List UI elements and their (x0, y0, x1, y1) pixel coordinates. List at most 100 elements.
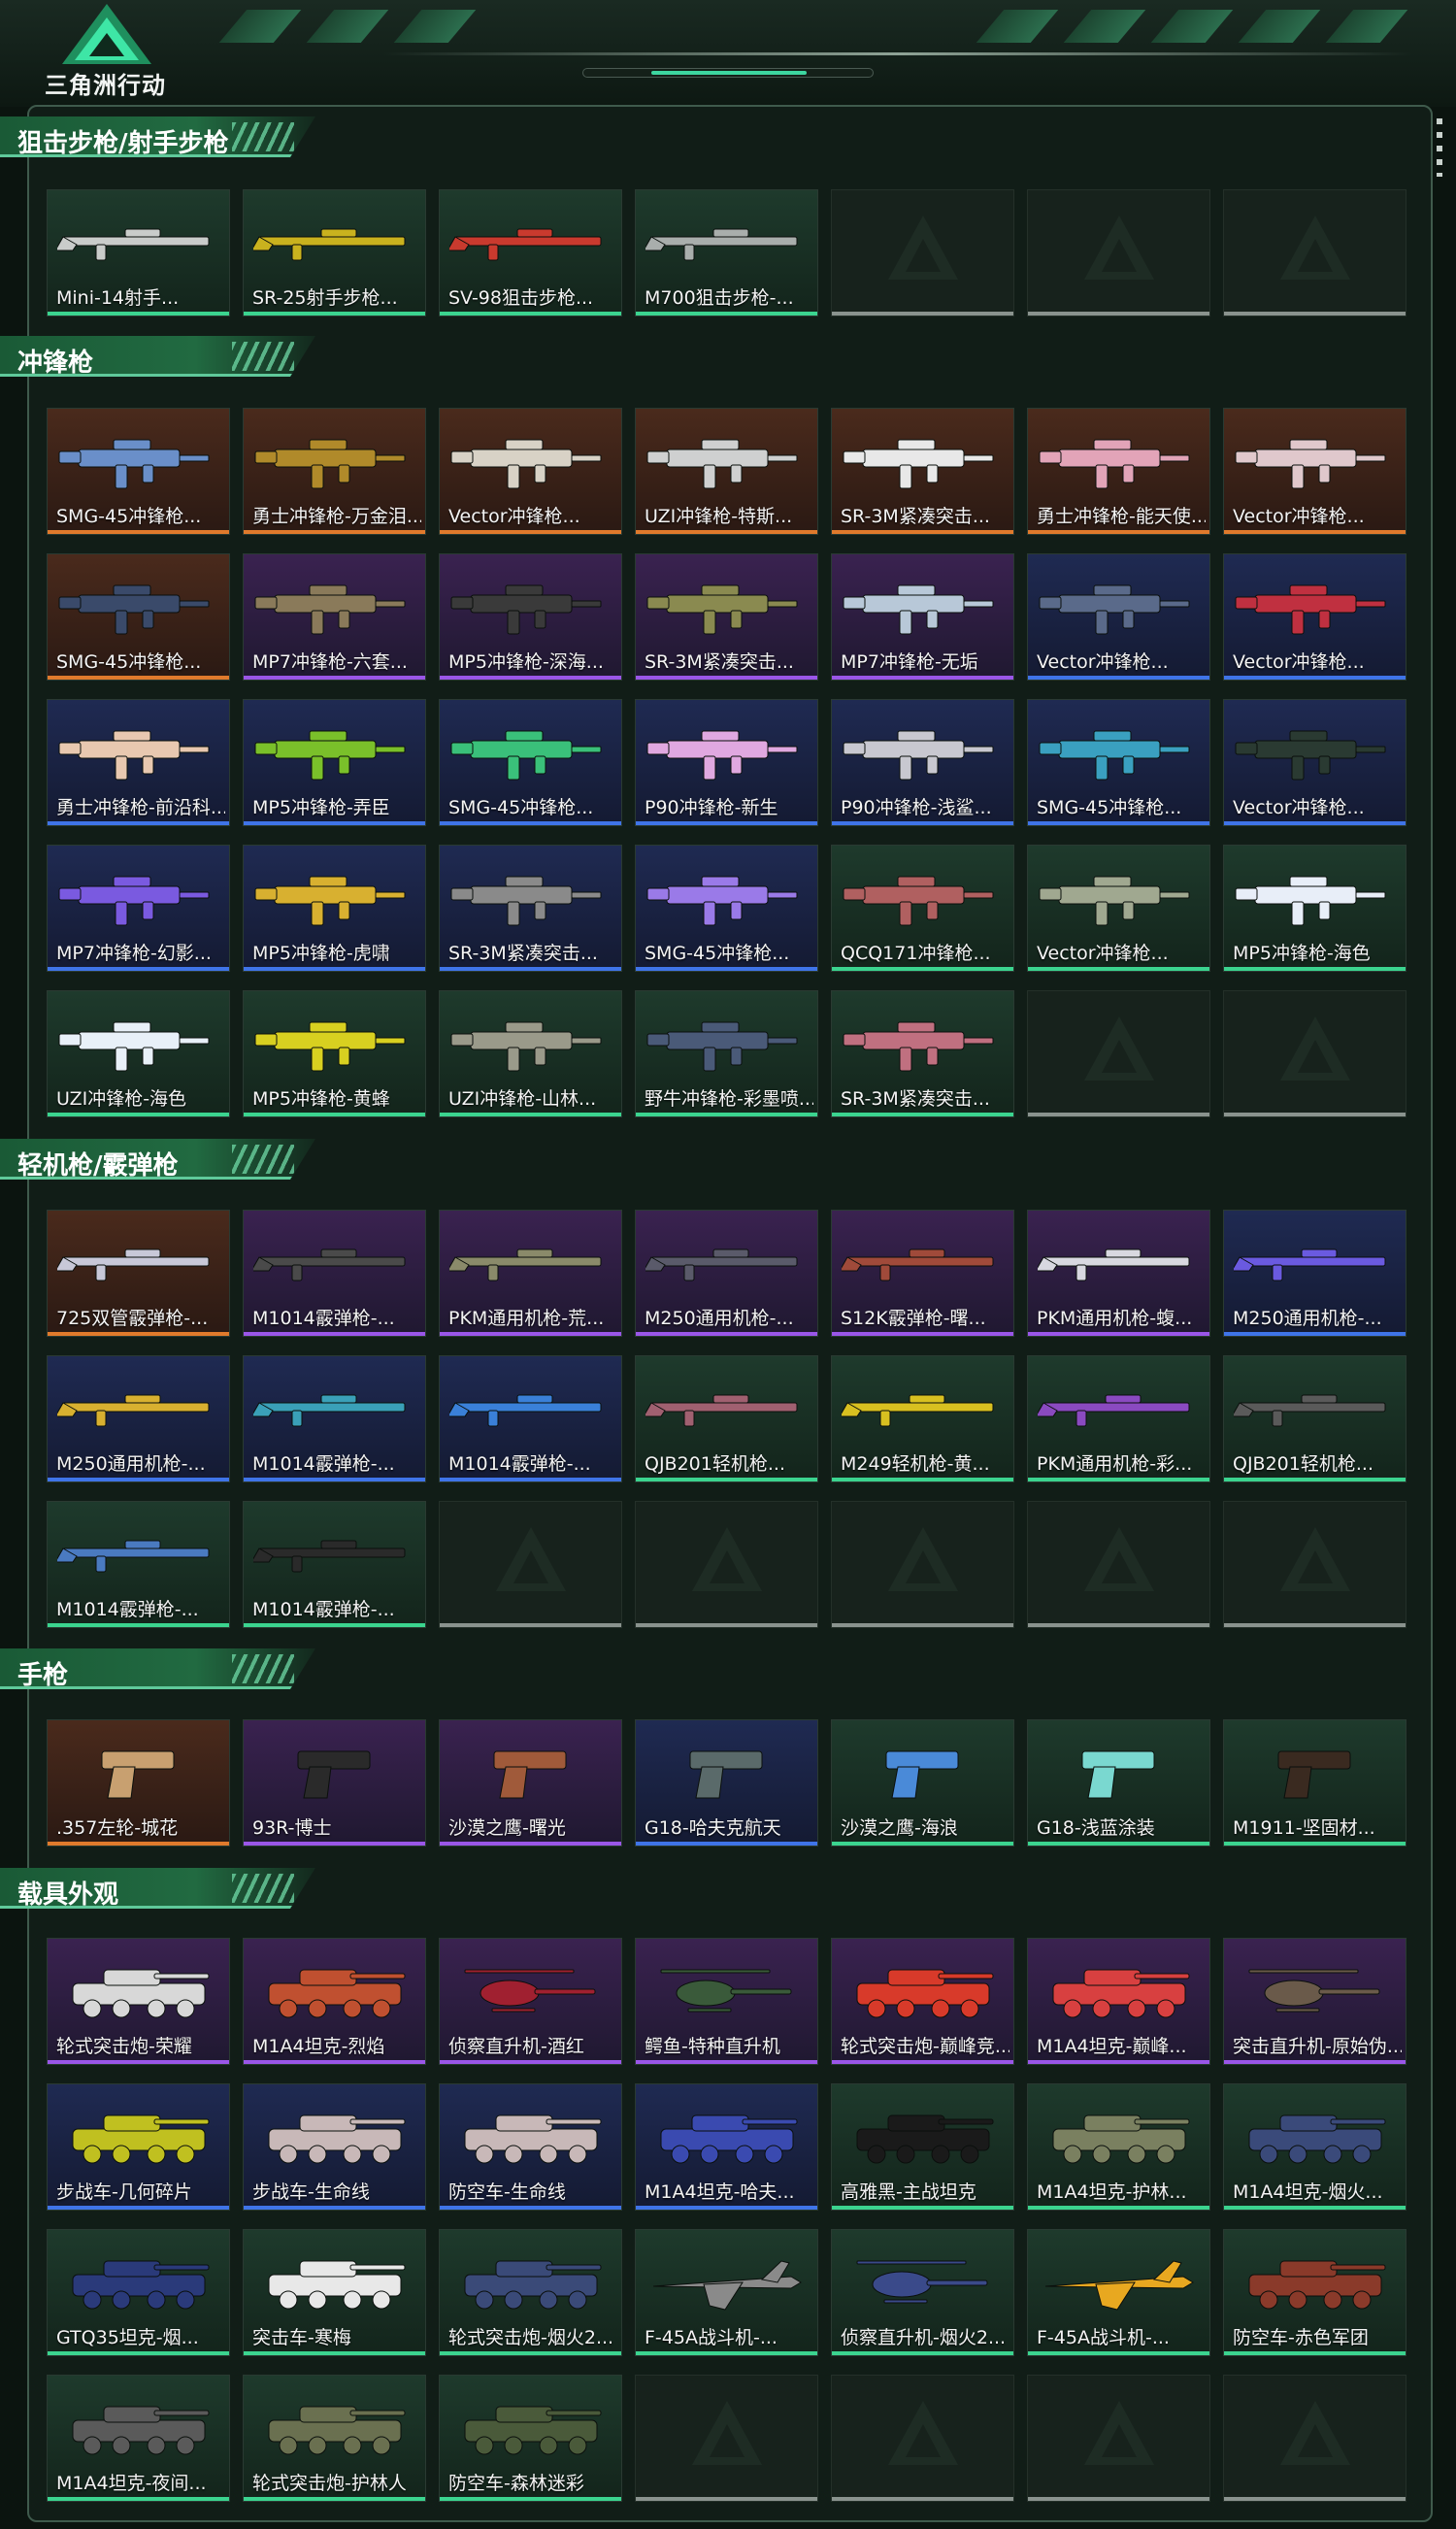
scrollbar[interactable] (1437, 118, 1442, 177)
item-card[interactable]: 725双管霰弹枪-... (47, 1210, 230, 1337)
item-card[interactable]: 步战车-几何碎片 (47, 2083, 230, 2211)
item-card[interactable]: MP5冲锋枪-海色 (1223, 845, 1406, 972)
item-card[interactable]: MP7冲锋枪-六套... (243, 553, 426, 681)
item-name: 轮式突击炮-烟火2... (448, 2327, 614, 2348)
item-name: SR-3M紧凑突击... (841, 506, 990, 527)
item-card[interactable]: M250通用机枪-... (635, 1210, 818, 1337)
item-card[interactable]: 高雅黑-主战坦克 (831, 2083, 1014, 2211)
item-card[interactable]: Vector冲锋枪... (1223, 699, 1406, 826)
item-card[interactable]: 轮式突击炮-荣耀 (47, 1938, 230, 2065)
rarity-bar (440, 1332, 621, 1336)
item-card[interactable]: M1A4坦克-烟火... (1223, 2083, 1406, 2211)
item-card[interactable]: QJB201轻机枪... (1223, 1355, 1406, 1482)
item-card[interactable]: SMG-45冲锋枪... (1027, 699, 1210, 826)
item-name: M250通用机枪-... (645, 1308, 794, 1329)
item-card[interactable]: M1014霰弹枪-... (243, 1210, 426, 1337)
item-card[interactable]: SR-3M紧凑突击... (831, 990, 1014, 1117)
rarity-bar (636, 2351, 817, 2355)
rarity-bar (440, 2060, 621, 2064)
item-card[interactable]: UZI冲锋枪-山林... (439, 990, 622, 1117)
item-card[interactable]: 防空车-生命线 (439, 2083, 622, 2211)
item-card[interactable]: MP5冲锋枪-黄蜂 (243, 990, 426, 1117)
rifle-silhouette-icon (842, 1248, 994, 1281)
item-card[interactable]: SMG-45冲锋枪... (47, 408, 230, 535)
item-card[interactable]: MP7冲锋枪-幻影... (47, 845, 230, 972)
item-card[interactable]: P90冲锋枪-新生 (635, 699, 818, 826)
item-card[interactable]: Vector冲锋枪... (1027, 553, 1210, 681)
item-card[interactable]: MP5冲锋枪-弄臣 (243, 699, 426, 826)
item-card[interactable]: Vector冲锋枪... (1223, 408, 1406, 535)
item-card[interactable]: 野牛冲锋枪-彩墨喷... (635, 990, 818, 1117)
item-card[interactable]: 勇士冲锋枪-前沿科... (47, 699, 230, 826)
item-card[interactable]: M1A4坦克-哈夫... (635, 2083, 818, 2211)
item-card[interactable]: M250通用机枪-... (1223, 1210, 1406, 1337)
item-card[interactable]: 沙漠之鹰-海浪 (831, 1719, 1014, 1847)
item-card[interactable]: 侦察直升机-酒红 (439, 1938, 622, 2065)
item-card[interactable]: M1014霰弹枪-... (439, 1355, 622, 1482)
item-card[interactable]: P90冲锋枪-浅鲨... (831, 699, 1014, 826)
item-card[interactable]: QCQ171冲锋枪... (831, 845, 1014, 972)
item-card[interactable]: UZI冲锋枪-特斯... (635, 408, 818, 535)
item-card[interactable]: SR-25射手步枪... (243, 189, 426, 316)
item-card[interactable]: S12K霰弹枪-曙... (831, 1210, 1014, 1337)
item-card[interactable]: SR-3M紧凑突击... (831, 408, 1014, 535)
item-name: MP7冲锋枪-无垢 (841, 651, 978, 673)
item-card[interactable]: PKM通用机枪-蝮... (1027, 1210, 1210, 1337)
item-card[interactable]: MP7冲锋枪-无垢 (831, 553, 1014, 681)
item-card[interactable]: PKM通用机枪-荒... (439, 1210, 622, 1337)
item-card[interactable]: Vector冲锋枪... (439, 408, 622, 535)
item-card[interactable]: MP5冲锋枪-虎啸 (243, 845, 426, 972)
item-card[interactable]: 轮式突击炮-巅峰竞... (831, 1938, 1014, 2065)
item-card[interactable]: M249轻机枪-黄... (831, 1355, 1014, 1482)
header-progress (582, 68, 874, 78)
item-card[interactable]: 沙漠之鹰-曙光 (439, 1719, 622, 1847)
item-card[interactable]: 突击车-寒梅 (243, 2229, 426, 2356)
rarity-bar (832, 1332, 1013, 1336)
item-card[interactable]: M700狙击步枪-... (635, 189, 818, 316)
item-card[interactable]: PKM通用机枪-彩... (1027, 1355, 1210, 1482)
item-card[interactable]: 侦察直升机-烟火2... (831, 2229, 1014, 2356)
item-card[interactable]: UZI冲锋枪-海色 (47, 990, 230, 1117)
item-card[interactable]: SR-3M紧凑突击... (439, 845, 622, 972)
rarity-bar (1028, 1113, 1209, 1116)
item-card[interactable]: 勇士冲锋枪-能天使... (1027, 408, 1210, 535)
placeholder-triangle-icon (1280, 2401, 1350, 2465)
item-card[interactable]: 93R-博士 (243, 1719, 426, 1847)
item-card[interactable]: 步战车-生命线 (243, 2083, 426, 2211)
item-card[interactable]: M1A4坦克-夜间... (47, 2375, 230, 2502)
item-card[interactable]: 轮式突击炮-护林人 (243, 2375, 426, 2502)
item-card[interactable]: SR-3M紧凑突击... (635, 553, 818, 681)
item-card[interactable]: M1014霰弹枪-... (243, 1501, 426, 1628)
item-card[interactable]: 鳄鱼-特种直升机 (635, 1938, 818, 2065)
item-card[interactable]: Vector冲锋枪... (1223, 553, 1406, 681)
item-card[interactable]: G18-哈夫克航天 (635, 1719, 818, 1847)
rarity-bar (48, 2497, 229, 2501)
pistol-silhouette-icon (1277, 1750, 1351, 1799)
item-card[interactable]: GTQ35坦克-烟... (47, 2229, 230, 2356)
item-card[interactable]: QJB201轻机枪... (635, 1355, 818, 1482)
item-card[interactable]: M1A4坦克-巅峰... (1027, 1938, 1210, 2065)
item-card[interactable]: SV-98狙击步枪... (439, 189, 622, 316)
item-card[interactable]: G18-浅蓝涂装 (1027, 1719, 1210, 1847)
item-card[interactable]: F-45A战斗机-... (1027, 2229, 1210, 2356)
item-card[interactable]: M1014霰弹枪-... (47, 1501, 230, 1628)
item-card[interactable]: M250通用机枪-... (47, 1355, 230, 1482)
item-card[interactable]: SMG-45冲锋枪... (47, 553, 230, 681)
item-card[interactable]: F-45A战斗机-... (635, 2229, 818, 2356)
item-card[interactable]: Mini-14射手... (47, 189, 230, 316)
item-card[interactable]: 防空车-赤色军团 (1223, 2229, 1406, 2356)
item-card[interactable]: M1A4坦克-烈焰 (243, 1938, 426, 2065)
item-card[interactable]: Vector冲锋枪... (1027, 845, 1210, 972)
item-name: 93R-博士 (252, 1817, 332, 1839)
item-card[interactable]: 勇士冲锋枪-万金泪... (243, 408, 426, 535)
item-card[interactable]: 突击直升机-原始伪... (1223, 1938, 1406, 2065)
item-card[interactable]: SMG-45冲锋枪... (635, 845, 818, 972)
item-card[interactable]: M1911-坚固材... (1223, 1719, 1406, 1847)
item-card[interactable]: .357左轮-城花 (47, 1719, 230, 1847)
item-card[interactable]: M1014霰弹枪-... (243, 1355, 426, 1482)
item-card[interactable]: 防空车-森林迷彩 (439, 2375, 622, 2502)
item-card[interactable]: SMG-45冲锋枪... (439, 699, 622, 826)
item-card[interactable]: MP5冲锋枪-深海... (439, 553, 622, 681)
item-card[interactable]: 轮式突击炮-烟火2... (439, 2229, 622, 2356)
item-card[interactable]: M1A4坦克-护林... (1027, 2083, 1210, 2211)
